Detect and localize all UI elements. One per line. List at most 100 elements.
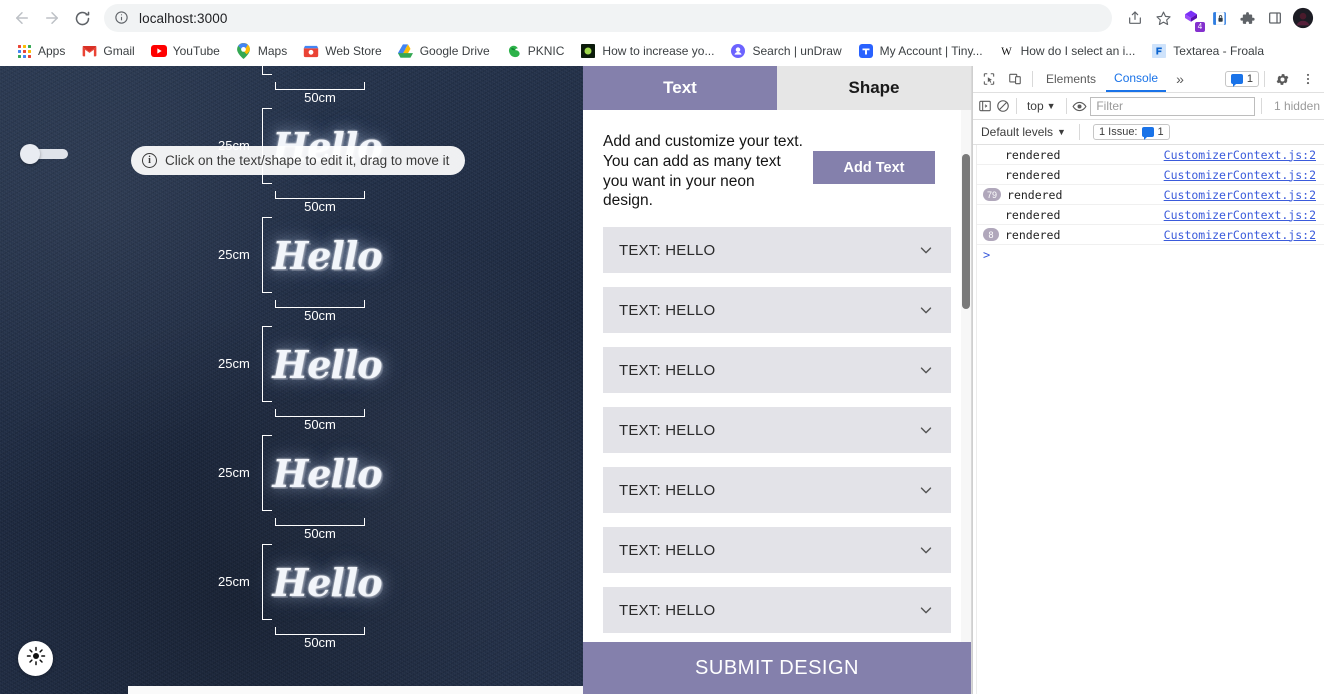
bookmark-textarea-froala[interactable]: Textarea - Froala <box>1143 40 1272 62</box>
chevron-down-icon[interactable] <box>917 421 935 439</box>
chevron-down-icon[interactable] <box>917 301 935 319</box>
issues-badge[interactable]: 1 <box>1224 71 1259 87</box>
star-icon[interactable] <box>1150 5 1176 31</box>
issues-summary-badge[interactable]: 1 Issue: 1 <box>1092 124 1170 140</box>
side-panel-icon[interactable] <box>1262 5 1288 31</box>
bookmark-undraw[interactable]: Search | unDraw <box>722 40 849 62</box>
address-bar[interactable]: localhost:3000 <box>104 4 1112 32</box>
tab-text[interactable]: Text <box>583 66 777 110</box>
text-row-label: TEXT: HELLO <box>619 421 716 439</box>
devtools-more-tabs-icon[interactable]: » <box>1168 66 1192 92</box>
console-log-source[interactable]: CustomizerContext.js:2 <box>1164 188 1316 202</box>
share-icon[interactable] <box>1122 5 1148 31</box>
console-log-source[interactable]: CustomizerContext.js:2 <box>1164 148 1316 162</box>
console-sidebar-icon[interactable] <box>977 95 992 117</box>
console-filter-placeholder: Filter <box>1096 99 1123 113</box>
console-log-source[interactable]: CustomizerContext.js:2 <box>1164 208 1316 222</box>
bookmark-gmail[interactable]: Gmail <box>73 40 142 62</box>
inspect-element-icon[interactable] <box>977 68 1001 90</box>
panel-vscroll-thumb[interactable] <box>962 154 970 309</box>
customizer-panel: Text Shape Add and customize your text. … <box>583 66 972 694</box>
devtools-tab-elements[interactable]: Elements <box>1038 66 1104 92</box>
console-log-source[interactable]: CustomizerContext.js:2 <box>1164 168 1316 182</box>
console-log-message: rendered <box>1005 147 1061 162</box>
neon-text[interactable]: Hello <box>272 218 382 292</box>
add-text-button[interactable]: Add Text <box>813 151 935 184</box>
chevron-down-icon[interactable] <box>917 601 935 619</box>
submit-design-button[interactable]: SUBMIT DESIGN <box>583 642 971 694</box>
password-manager-icon[interactable] <box>1206 5 1232 31</box>
chevron-down-icon[interactable] <box>917 241 935 259</box>
design-item[interactable]: 25cm Hello 50cm <box>0 325 583 434</box>
console-log-row[interactable]: rendered CustomizerContext.js:2 <box>973 145 1324 165</box>
chevron-down-icon[interactable] <box>917 541 935 559</box>
neon-text[interactable]: Hello <box>272 66 382 74</box>
device-toolbar-icon[interactable] <box>1003 68 1027 90</box>
chevron-down-icon[interactable] <box>917 481 935 499</box>
bookmark-how-do-i-select[interactable]: W How do I select an i... <box>991 40 1144 62</box>
design-height-label: 25cm <box>218 573 250 589</box>
divider <box>1016 98 1017 114</box>
text-row[interactable]: TEXT: HELLO <box>603 527 951 574</box>
site-info-icon[interactable] <box>114 10 130 26</box>
chevron-down-icon[interactable] <box>917 361 935 379</box>
neon-text[interactable]: Hello <box>272 436 382 510</box>
bookmark-my-account-tiny[interactable]: My Account | Tiny... <box>850 40 991 62</box>
text-row[interactable]: TEXT: HELLO <box>603 587 951 634</box>
devtools-tab-console[interactable]: Console <box>1106 66 1167 92</box>
log-repeat-count: 8 <box>983 228 999 241</box>
reload-button[interactable] <box>68 4 96 32</box>
browser-chrome: localhost:3000 4 Apps Gmail YouTube Maps… <box>0 0 1324 66</box>
design-width-label: 50cm <box>304 635 336 650</box>
console-log-row[interactable]: 79 rendered CustomizerContext.js:2 <box>973 185 1324 205</box>
text-row[interactable]: TEXT: HELLO <box>603 227 951 274</box>
bookmark-how-to-increase[interactable]: How to increase yo... <box>572 40 722 62</box>
design-item[interactable]: 25cm Hello 50cm <box>0 434 583 543</box>
text-row[interactable]: TEXT: HELLO <box>603 467 951 514</box>
profile-avatar-icon[interactable] <box>1290 5 1316 31</box>
divider <box>1032 71 1033 87</box>
console-context-selector[interactable]: top ▼ <box>1023 99 1060 113</box>
panel-vertical-scrollbar[interactable] <box>961 110 971 642</box>
bookmark-label: Gmail <box>103 44 135 58</box>
neon-design-canvas[interactable]: i Click on the text/shape to edit it, dr… <box>0 66 583 694</box>
console-log-row[interactable]: rendered CustomizerContext.js:2 <box>973 205 1324 225</box>
back-button[interactable] <box>8 4 36 32</box>
live-expression-eye-icon[interactable] <box>1072 95 1087 117</box>
brightness-toggle-button[interactable] <box>18 641 53 676</box>
neon-text[interactable]: Hello <box>272 327 382 401</box>
bookmark-label: How do I select an i... <box>1020 44 1136 58</box>
gear-icon[interactable] <box>1270 68 1294 90</box>
design-item[interactable]: 25cm Hello 50cm <box>0 66 583 107</box>
canvas-hscroll-thumb[interactable] <box>128 686 583 694</box>
bookmark-apps[interactable]: Apps <box>8 40 73 62</box>
canvas-horizontal-scrollbar[interactable] <box>128 686 583 694</box>
clear-console-icon[interactable] <box>995 95 1010 117</box>
bookmark-maps[interactable]: Maps <box>228 40 295 62</box>
bookmark-google-drive[interactable]: Google Drive <box>390 40 498 62</box>
default-levels-selector[interactable]: Default levels ▼ <box>981 125 1066 139</box>
neon-text[interactable]: Hello <box>272 545 382 619</box>
console-log-source[interactable]: CustomizerContext.js:2 <box>1164 228 1316 242</box>
text-row[interactable]: TEXT: HELLO <box>603 407 951 454</box>
width-bracket <box>275 82 365 90</box>
tab-shape[interactable]: Shape <box>777 66 971 110</box>
console-prompt[interactable]: > <box>973 245 1324 265</box>
more-options-icon[interactable] <box>1296 68 1320 90</box>
console-log-row[interactable]: 8 rendered CustomizerContext.js:2 <box>973 225 1324 245</box>
console-filter-input[interactable]: Filter <box>1090 96 1256 116</box>
extension-purple-icon[interactable]: 4 <box>1178 5 1205 32</box>
bookmark-youtube[interactable]: YouTube <box>143 40 228 62</box>
text-row[interactable]: TEXT: HELLO <box>603 287 951 334</box>
height-bracket <box>262 544 272 620</box>
text-row[interactable]: TEXT: HELLO <box>603 347 951 394</box>
bookmark-web-store[interactable]: Web Store <box>295 40 389 62</box>
puzzle-extensions-icon[interactable] <box>1234 5 1260 31</box>
design-height-label: 25cm <box>218 355 250 371</box>
bookmark-pknic[interactable]: PKNIC <box>498 40 573 62</box>
design-item[interactable]: 25cm Hello 50cm <box>0 216 583 325</box>
forward-button[interactable] <box>38 4 66 32</box>
design-item[interactable]: 25cm Hello 50cm <box>0 543 583 652</box>
console-log-row[interactable]: rendered CustomizerContext.js:2 <box>973 165 1324 185</box>
height-bracket <box>262 435 272 511</box>
